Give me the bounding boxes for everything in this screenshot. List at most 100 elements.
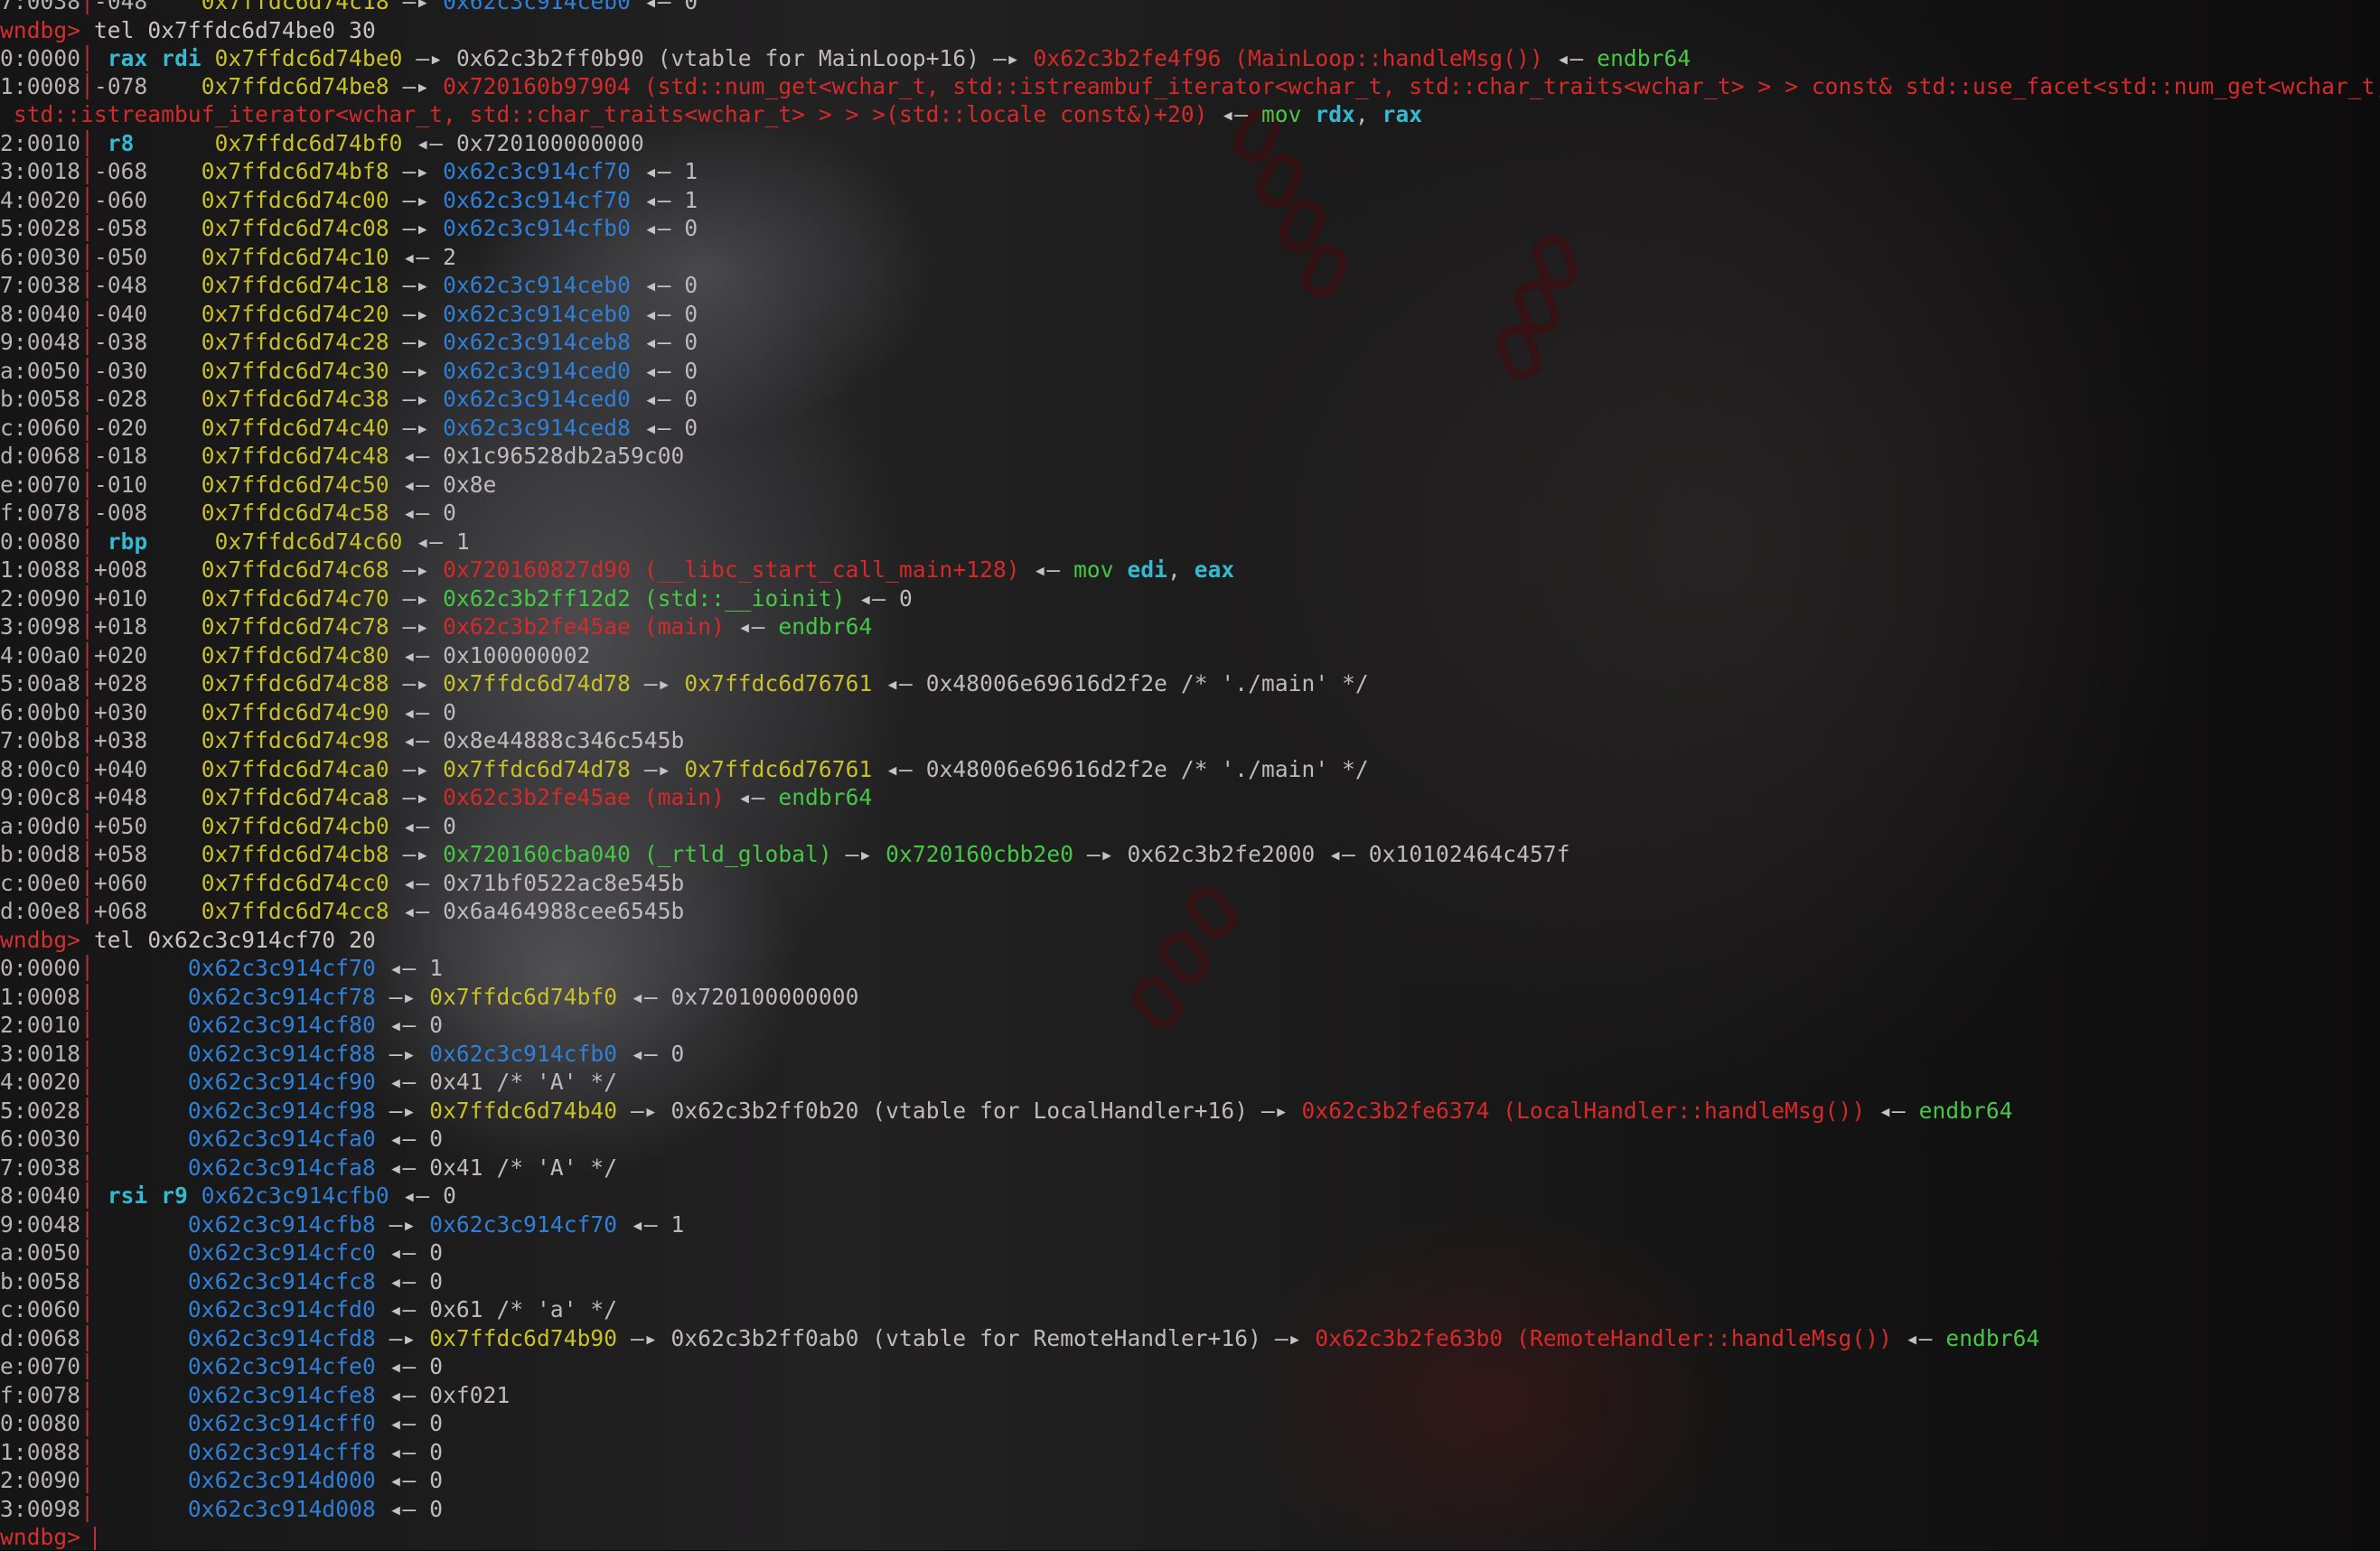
terminal-cursor[interactable] (93, 1527, 96, 1550)
terminal-segment-prompt: wndbg> (0, 17, 94, 43)
terminal-segment-addr: 0x7ffdc6d74c38 (201, 386, 389, 412)
terminal-segment-off: 0:0000 (0, 955, 81, 981)
terminal-segment-off: 7:0038 (0, 272, 81, 298)
terminal-segment-sep: │ (80, 1126, 188, 1152)
terminal-segment-txt: 1 (429, 955, 444, 981)
terminal-output[interactable]: 7:0038│-048 0x7ffdc6d74c18 —▸ 0x62c3c914… (0, 0, 2380, 1550)
terminal-segment-delta: +028 (93, 670, 201, 696)
terminal-line: 1:0088│ 0x62c3c914cff8 ◂— 0 (0, 1438, 443, 1466)
terminal-segment-txt: 0 (443, 813, 456, 839)
terminal-segment-off: c:0060 (0, 1296, 81, 1322)
terminal-segment-data: mov (1260, 101, 1316, 127)
terminal-segment-arrow: ◂— (375, 1439, 430, 1465)
terminal-segment-arrow: ◂— (631, 0, 685, 14)
terminal-segment-sep: │ (80, 670, 94, 696)
terminal-segment-prompt: wndbg> (0, 927, 94, 953)
terminal-segment-off: 2:0090 (0, 585, 81, 612)
terminal-segment-off: 8:0040 (0, 301, 81, 327)
terminal-segment-sep: │ (80, 244, 94, 270)
terminal-segment-sep: │ (80, 45, 108, 71)
terminal-segment-ptr: 0x62c3c914cfe8 (187, 1382, 376, 1408)
terminal-segment-ptr: 0x62c3c914d000 (187, 1467, 376, 1493)
terminal-segment-addr: 0x7ffdc6d74d78 (443, 670, 631, 696)
terminal-segment-txt: 0x10102464c457f (1368, 841, 1570, 867)
terminal-segment-off: d:0068 (0, 1325, 81, 1351)
terminal-line: 1:0008│ 0x62c3c914cf78 —▸ 0x7ffdc6d74bf0… (0, 983, 858, 1011)
terminal-segment-txt: , (1167, 556, 1195, 583)
terminal-segment-addr: 0x7ffdc6d74c18 (201, 272, 389, 298)
terminal-segment-addr: 0x7ffdc6d74c70 (201, 585, 389, 612)
terminal-segment-off: 2:0010 (0, 1012, 81, 1038)
terminal-segment-sep: │ (80, 130, 108, 156)
terminal-segment-arrow: ◂— (375, 1069, 430, 1095)
terminal-segment-sep: │ (80, 613, 94, 640)
terminal-line: 7:0038│-048 0x7ffdc6d74c18 —▸ 0x62c3c914… (0, 0, 698, 15)
terminal-segment-delta: -068 (93, 158, 201, 184)
terminal-segment-data: endbr64 (1918, 1098, 2013, 1124)
terminal-segment-arrow: —▸ (979, 45, 1034, 71)
terminal-segment-txt: 0 (443, 1182, 456, 1209)
terminal-segment-off: f:0078 (0, 500, 81, 526)
terminal-segment-sep: │ (80, 841, 94, 867)
terminal-segment-arrow: ◂— (1865, 1098, 1919, 1124)
terminal-segment-off: b:0058 (0, 386, 81, 412)
terminal-segment-sep: │ (80, 272, 94, 298)
terminal-segment-code: 0x720160b97904 (std::num_get<wchar_t, st… (443, 73, 2380, 99)
terminal-line: 7:00b8│+038 0x7ffdc6d74c98 ◂— 0x8e44888c… (0, 726, 684, 754)
terminal-segment-delta: -008 (93, 500, 201, 526)
terminal-segment-ptr: 0x62c3c914cfb0 (429, 1041, 618, 1067)
terminal-segment-addr: 0x7ffdc6d74c10 (201, 244, 389, 270)
terminal-segment-ptr: 0x62c3c914cfa0 (187, 1126, 376, 1152)
terminal-segment-ptr: 0x62c3c914cff8 (187, 1439, 376, 1465)
terminal-segment-data: 0x720160cba040 (_rtld_global) (443, 841, 832, 867)
terminal-segment-delta: -038 (93, 329, 201, 355)
terminal-segment-txt: 0 (443, 500, 456, 526)
terminal-segment-arrow: ◂— (631, 215, 685, 241)
terminal-segment-txt: 1 (684, 158, 698, 184)
terminal-segment-arrow: ◂— (724, 784, 779, 810)
terminal-segment-txt: 0 (684, 215, 698, 241)
terminal-segment-arrow: —▸ (375, 1098, 430, 1124)
terminal-line: 3:0098│+018 0x7ffdc6d74c78 —▸ 0x62c3b2fe… (0, 612, 872, 640)
terminal-segment-txt: 0 (443, 699, 456, 725)
terminal-segment-arrow: ◂— (389, 699, 444, 725)
terminal-line: c:0060│-020 0x7ffdc6d74c40 —▸ 0x62c3c914… (0, 414, 698, 442)
terminal-segment-arrow: ◂— (631, 301, 685, 327)
terminal-segment-sep: │ (80, 699, 94, 725)
terminal-segment-addr: 0x7ffdc6d74c78 (201, 613, 389, 640)
terminal-line: 9:0048│ 0x62c3c914cfb8 —▸ 0x62c3c914cf70… (0, 1210, 684, 1238)
terminal-segment-off: c:00e0 (0, 870, 81, 896)
terminal-segment-ptr: 0x62c3c914cf70 (443, 158, 631, 184)
terminal-segment-txt: 0 (684, 415, 698, 441)
terminal-segment-arrow: —▸ (631, 670, 685, 696)
terminal-segment-off: d:00e8 (0, 898, 81, 924)
terminal-segment-data: endbr64 (778, 613, 873, 640)
terminal-segment-arrow: ◂— (617, 984, 671, 1010)
terminal-segment-ptr: 0x62c3c914cfb8 (187, 1211, 376, 1238)
terminal-segment-arrow: ◂— (389, 870, 444, 896)
terminal-segment-arrow: ◂— (631, 386, 685, 412)
terminal-segment-arrow: —▸ (389, 784, 444, 810)
terminal-segment-cmd: tel 0x7ffdc6d74be0 30 (93, 17, 376, 43)
terminal-segment-addr: 0x7ffdc6d76761 (684, 670, 873, 696)
terminal-segment-sep: │ (80, 386, 94, 412)
terminal-segment-delta: -028 (93, 386, 201, 412)
terminal-segment-sep: │ (80, 1098, 188, 1124)
terminal-segment-arrow: ◂— (617, 1211, 671, 1238)
terminal-line: 3:0018│-068 0x7ffdc6d74bf8 —▸ 0x62c3c914… (0, 157, 698, 185)
terminal-segment-off: 9:0048 (0, 1211, 81, 1238)
terminal-segment-ptr: 0x62c3c914cf88 (187, 1041, 376, 1067)
terminal-segment-addr: 0x7ffdc6d74bf0 (214, 130, 403, 156)
terminal-segment-sep: │ (80, 585, 94, 612)
terminal-line: b:00d8│+058 0x7ffdc6d74cb8 —▸ 0x720160cb… (0, 840, 1570, 868)
terminal-line: 4:0020│-060 0x7ffdc6d74c00 —▸ 0x62c3c914… (0, 186, 698, 214)
terminal-segment-delta: +058 (93, 841, 201, 867)
terminal-segment-ptr: 0x62c3c914ced8 (443, 415, 631, 441)
terminal-segment-delta: +068 (93, 898, 201, 924)
terminal-segment-data: 0x62c3b2ff12d2 (std::__ioinit) (443, 585, 846, 612)
terminal-segment-delta: -040 (93, 301, 201, 327)
terminal-segment-addr: 0x7ffdc6d74c58 (201, 500, 389, 526)
terminal-segment-txt: 0x8e (443, 472, 497, 498)
terminal-line: 7:0038│ 0x62c3c914cfa8 ◂— 0x41 /* 'A' */ (0, 1154, 617, 1182)
terminal-segment-txt: 0 (684, 301, 698, 327)
